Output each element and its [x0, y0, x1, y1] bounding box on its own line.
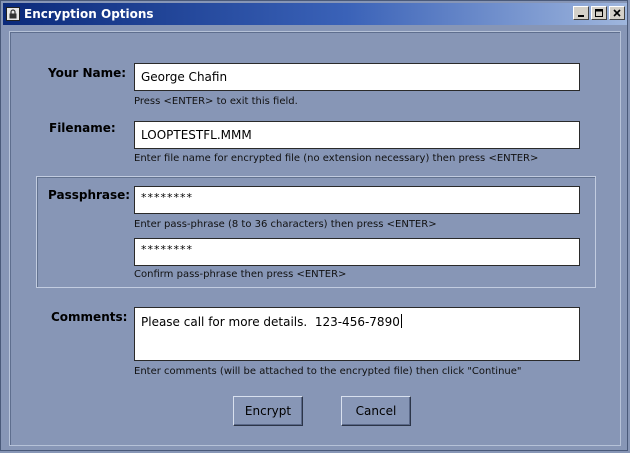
text-caret — [400, 314, 402, 328]
passphrase-label: Passphrase: — [48, 188, 131, 202]
comments-text: Please call for more details. 123-456-78… — [141, 315, 400, 329]
comments-textarea[interactable]: Please call for more details. 123-456-78… — [134, 307, 580, 361]
confirm-passphrase-input[interactable]: ******** — [134, 238, 580, 266]
filename-hint: Enter file name for encrypted file (no e… — [134, 153, 539, 164]
encrypt-button[interactable]: Encrypt — [233, 396, 303, 426]
passphrase-hint: Enter pass-phrase (8 to 36 characters) t… — [134, 219, 437, 230]
maximize-icon[interactable] — [591, 6, 607, 20]
passphrase-input[interactable]: ******** — [134, 186, 580, 214]
cancel-button[interactable]: Cancel — [341, 396, 411, 426]
title-bar[interactable]: Encryption Options — [3, 3, 627, 25]
filename-input[interactable]: LOOPTESTFL.MMM — [134, 121, 580, 149]
your-name-input[interactable]: George Chafin — [134, 63, 580, 91]
filename-label: Filename: — [49, 121, 116, 135]
encryption-options-window: Encryption Options Your Name: George Cha… — [0, 0, 628, 451]
close-icon[interactable] — [609, 6, 625, 20]
comments-hint: Enter comments (will be attached to the … — [134, 366, 522, 377]
minimize-icon[interactable] — [573, 6, 589, 20]
window-title: Encryption Options — [24, 7, 154, 21]
window-controls — [573, 6, 625, 20]
lock-icon — [6, 7, 20, 21]
your-name-hint: Press <ENTER> to exit this field. — [134, 96, 298, 107]
confirm-passphrase-hint: Confirm pass-phrase then press <ENTER> — [134, 269, 347, 280]
your-name-label: Your Name: — [48, 66, 127, 80]
comments-label: Comments: — [51, 310, 128, 324]
